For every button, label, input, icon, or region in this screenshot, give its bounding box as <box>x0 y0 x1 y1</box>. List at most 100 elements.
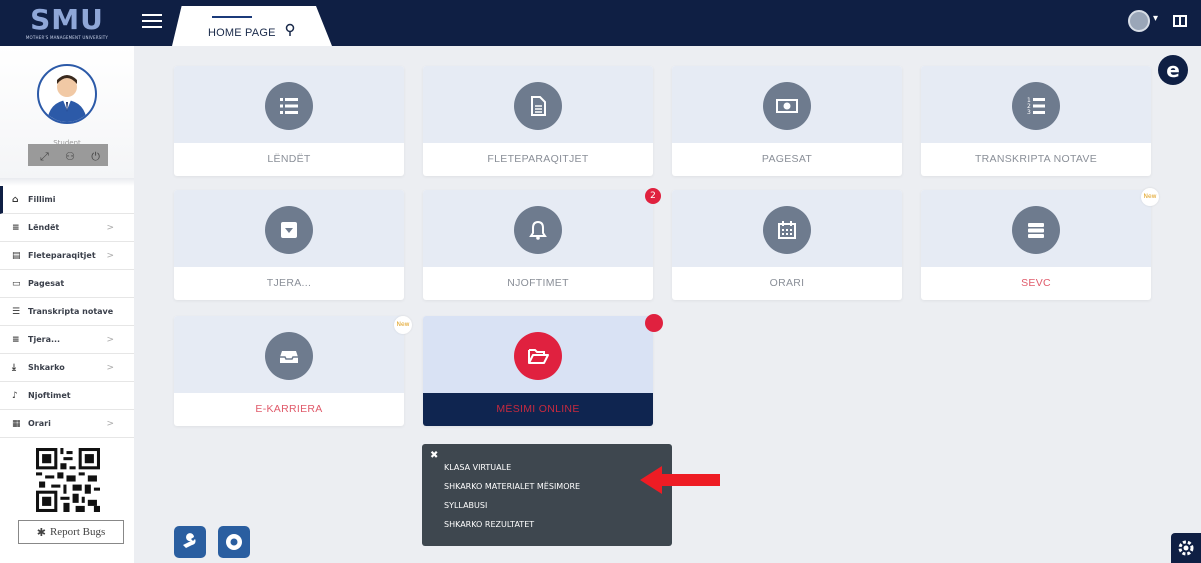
edu-logo-icon[interactable]: e <box>1158 55 1188 85</box>
money-icon <box>763 82 811 130</box>
sidebar-item-label: Tjera... <box>28 335 61 344</box>
sidebar-item-label: Shkarko <box>28 363 65 372</box>
sidebar-item-transkripta[interactable]: ☰ Transkripta notave <box>0 298 134 326</box>
popup-menu: KLASA VIRTUALE SHKARKO MATERIALET MËSIMO… <box>444 458 580 534</box>
profile-avatar <box>37 64 97 124</box>
sidebar-item-shkarko[interactable]: ⤓ Shkarko > <box>0 354 134 382</box>
tile-label: NJOFTIMET <box>507 277 569 289</box>
document-icon <box>514 82 562 130</box>
logo-text: SMU <box>30 3 104 36</box>
notification-dot <box>645 314 663 332</box>
sidebar-item-lendet[interactable]: ≡ Lëndët > <box>0 214 134 242</box>
settings-tool-button[interactable] <box>174 526 206 558</box>
popup-item-shkarko-rezultatet[interactable]: SHKARKO REZULTATET <box>444 515 580 534</box>
sidebar-item-fillimi[interactable]: ⌂ Fillimi <box>0 186 134 214</box>
tile-e-karriera[interactable]: E-KARRIERA New <box>174 316 412 426</box>
sidebar-item-pagesat[interactable]: ▭ Pagesat <box>0 270 134 298</box>
sidebar-item-tjera[interactable]: ≡ Tjera... > <box>0 326 134 354</box>
list-icon <box>265 82 313 130</box>
chevron-right-icon: > <box>106 362 114 373</box>
menu-icon: ≡ <box>12 334 20 345</box>
bell-icon: ♪ <box>12 390 18 401</box>
tile-label: PAGESAT <box>761 153 813 165</box>
qr-code-icon <box>36 448 100 512</box>
help-button[interactable] <box>218 526 250 558</box>
tile-lendet[interactable]: LËNDËT <box>174 66 404 176</box>
user-role: Student <box>53 139 81 147</box>
new-badge: New <box>394 316 412 334</box>
chevron-down-icon[interactable]: ▾ <box>1153 13 1158 24</box>
sidebar-item-njoftimet[interactable]: ♪ Njoftimet <box>0 382 134 410</box>
tab-home-page-label: HOME PAGE <box>208 27 276 39</box>
tile-label: SEVC <box>1021 277 1051 289</box>
user-avatar[interactable] <box>1128 10 1150 32</box>
tile-label: MËSIMI ONLINE <box>423 393 653 426</box>
tile-label: ORARI <box>769 277 805 289</box>
chevron-right-icon: > <box>106 250 114 261</box>
tile-transkripta[interactable]: 123 TRANSKRIPTA NOTAVE <box>921 66 1151 176</box>
tile-orari[interactable]: ORARI <box>672 190 902 300</box>
language-flag-icon[interactable] <box>1172 13 1188 29</box>
profile-panel: Student ⤢ ⚇ ⏻ <box>0 46 134 178</box>
sidebar-item-label: Njoftimet <box>28 391 71 400</box>
sidebar-item-fleteparaqitjet[interactable]: ▤ Fleteparaqitjet > <box>0 242 134 270</box>
sidebar-item-label: Orari <box>28 419 51 428</box>
sidebar-item-label: Lëndët <box>28 223 60 232</box>
server-icon <box>1012 206 1060 254</box>
chevron-right-icon: > <box>106 222 114 233</box>
tile-label: LËNDËT <box>267 153 311 165</box>
bug-icon: ✱ <box>36 526 46 539</box>
tile-label: E-KARRIERA <box>255 403 323 415</box>
report-bugs-button[interactable]: ✱ Report Bugs <box>18 520 124 544</box>
tile-fleteparaqitjet[interactable]: FLETEPARAQITJET <box>423 66 653 176</box>
tile-pagesat[interactable]: PAGESAT <box>672 66 902 176</box>
home-icon: ⌂ <box>12 194 19 205</box>
expand-icon[interactable]: ⤢ <box>40 150 49 164</box>
download-icon: ⤓ <box>12 362 16 373</box>
tile-mesimi-online[interactable]: MËSIMI ONLINE <box>423 314 663 426</box>
calendar-icon <box>763 206 811 254</box>
lifesaver-icon <box>226 534 242 550</box>
popup-item-klasa-virtuale[interactable]: KLASA VIRTUALE <box>444 458 580 477</box>
caret-square-icon <box>265 206 313 254</box>
inbox-icon <box>265 332 313 380</box>
wrench-icon <box>183 533 196 548</box>
profile-actions: ⤢ ⚇ ⏻ <box>40 150 100 164</box>
tile-label: FLETEPARAQITJET <box>487 153 589 165</box>
bell-icon <box>514 206 562 254</box>
settings-button[interactable] <box>1171 533 1201 563</box>
popup-item-shkarko-materialet[interactable]: SHKARKO MATERIALET MËSIMORE <box>444 477 580 496</box>
numbered-list-icon: 123 <box>1012 82 1060 130</box>
svg-text:3: 3 <box>1027 109 1031 116</box>
chevron-right-icon: > <box>106 334 114 345</box>
new-badge: New <box>1141 188 1159 206</box>
sidebar-item-orari[interactable]: ▦ Orari > <box>0 410 134 438</box>
report-bugs-label: Report Bugs <box>49 526 106 538</box>
sidebar-item-label: Transkripta notave <box>28 307 114 316</box>
tile-tjera[interactable]: TJERA... <box>174 190 404 300</box>
calendar-icon: ▦ <box>12 418 21 429</box>
sitemap-icon[interactable]: ⚇ <box>65 150 75 164</box>
card-icon: ▭ <box>12 278 21 289</box>
sidebar-item-label: Fleteparaqitjet <box>28 251 96 260</box>
popup-item-syllabusi[interactable]: SYLLABUSI <box>444 496 580 515</box>
top-bar: SMU MOTHER'S MANAGEMENT UNIVERSITY HOME … <box>0 0 1201 46</box>
folder-open-icon <box>514 332 562 380</box>
notification-count-badge: 2 <box>645 188 661 204</box>
sidebar-item-label: Fillimi <box>28 195 56 204</box>
hamburger-menu-icon[interactable] <box>142 14 162 30</box>
pin-icon[interactable] <box>282 22 298 38</box>
tab-home-page[interactable]: HOME PAGE <box>172 6 332 46</box>
tile-label: TRANSKRIPTA NOTAVE <box>974 153 1098 165</box>
power-icon[interactable]: ⏻ <box>91 150 100 164</box>
close-icon[interactable]: ✖ <box>430 450 438 461</box>
logo-subtitle: MOTHER'S MANAGEMENT UNIVERSITY <box>25 35 109 40</box>
chevron-right-icon: > <box>106 418 114 429</box>
sidebar-item-label: Pagesat <box>28 279 65 288</box>
tile-njoftimet[interactable]: NJOFTIMET 2 <box>423 188 661 300</box>
document-icon: ▤ <box>12 250 21 261</box>
gear-icon <box>1178 540 1194 556</box>
sidebar-menu: ⌂ Fillimi ≡ Lëndët > ▤ Fleteparaqitjet >… <box>0 186 134 438</box>
tile-sevc[interactable]: SEVC New <box>921 188 1159 300</box>
logo[interactable]: SMU MOTHER'S MANAGEMENT UNIVERSITY <box>0 0 134 46</box>
